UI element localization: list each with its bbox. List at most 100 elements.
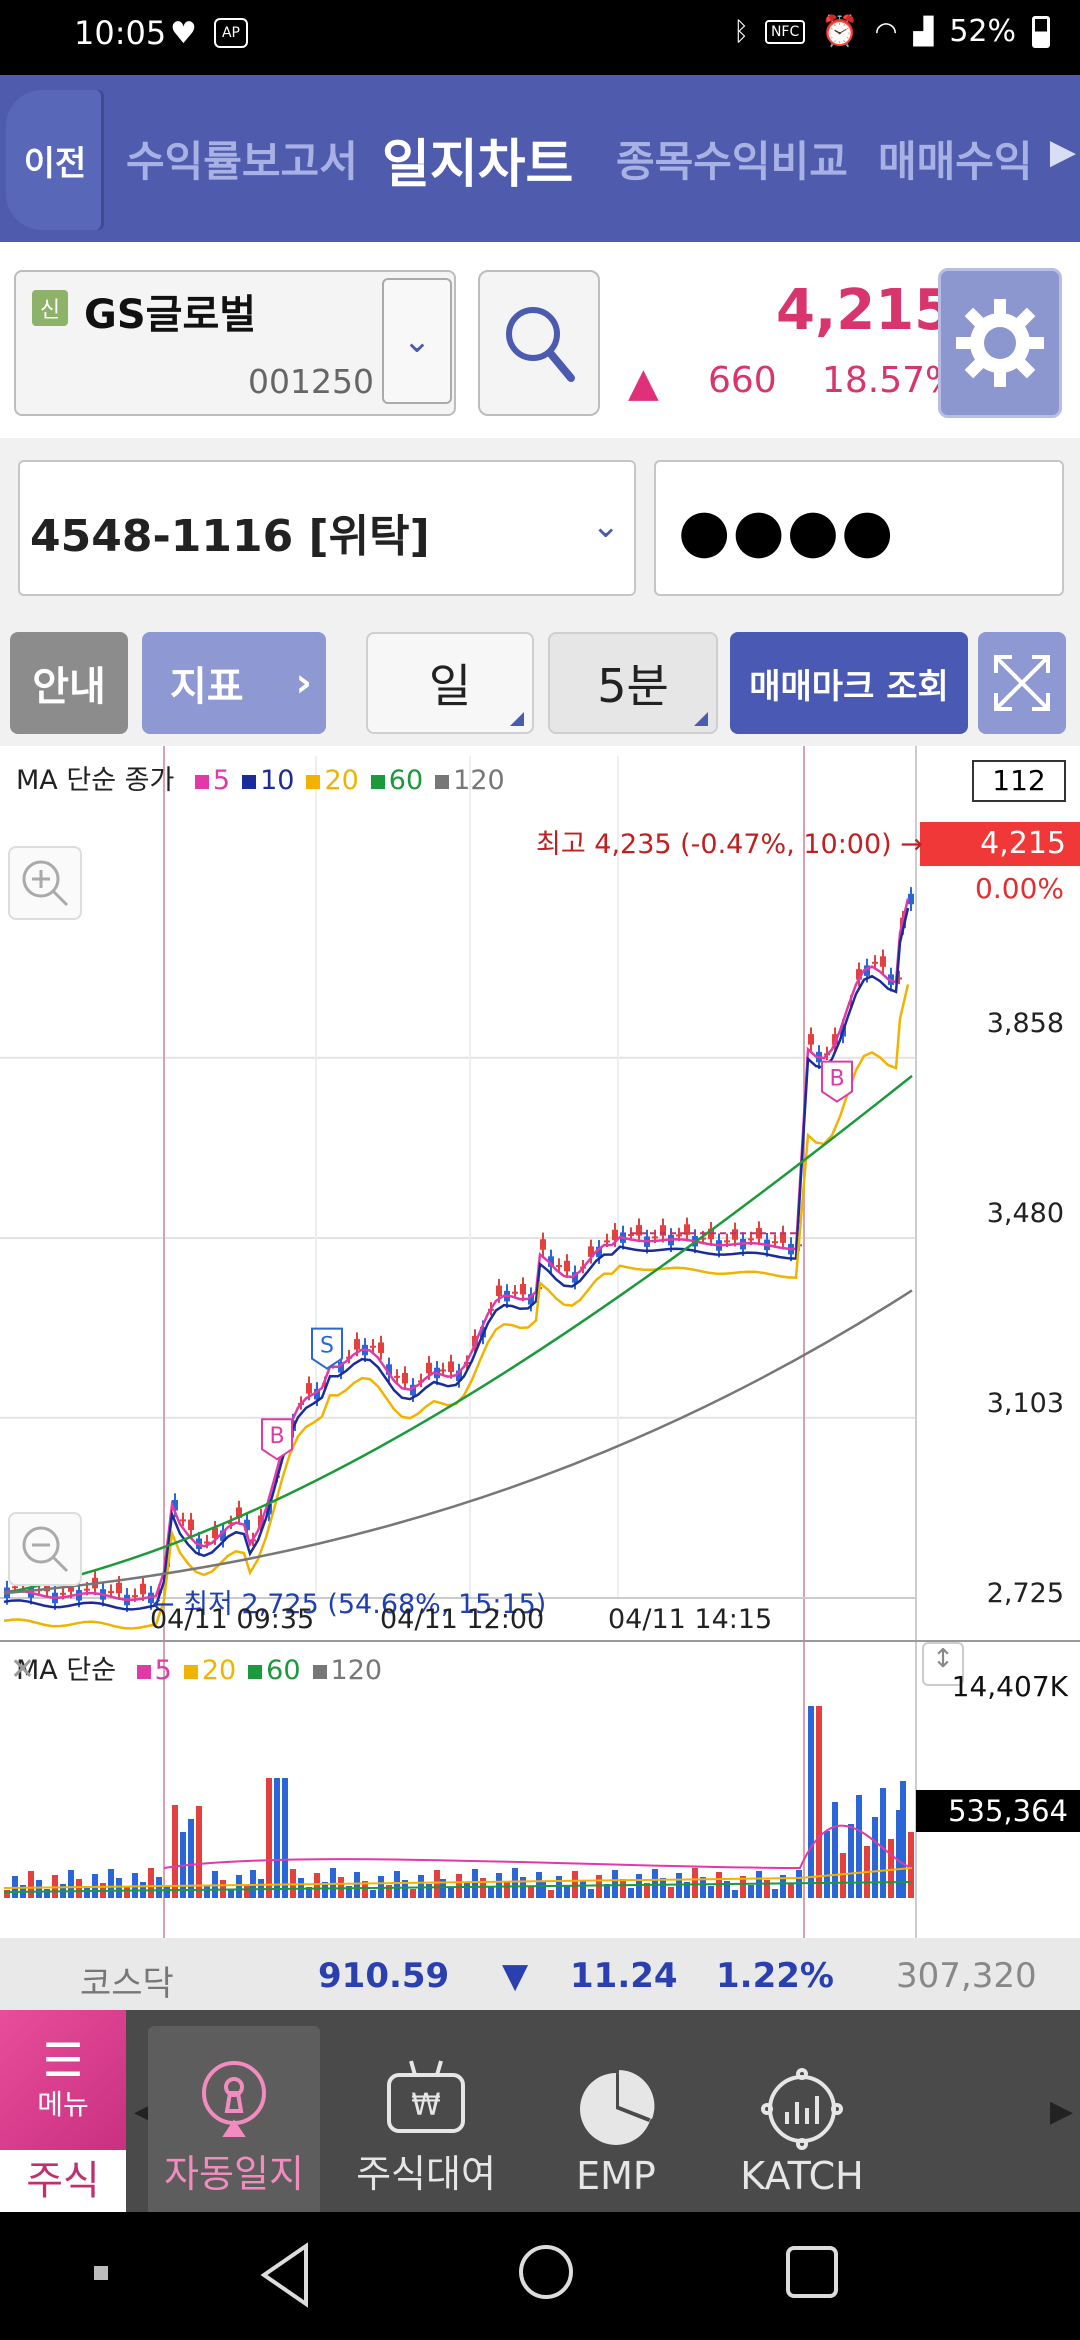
ma-legend-items: 5 10 20 60 120 (183, 765, 505, 796)
candle-body (378, 1342, 384, 1353)
time-label: 04/11 12:00 (380, 1604, 545, 1635)
system-nav-bar (0, 2212, 1080, 2340)
zoom-out-button[interactable] (8, 1512, 82, 1586)
keyhole-icon (202, 2061, 266, 2137)
chevron-down-icon: ⌄ (591, 506, 621, 546)
tab-trade-profit[interactable]: 매매수익 (878, 128, 1033, 189)
ma120-line (3, 1289, 913, 1595)
legend-swatch (312, 1665, 327, 1679)
tab-journal-chart[interactable]: 일지차트 (382, 122, 573, 197)
volume-bar (314, 1873, 320, 1898)
chart-canvas[interactable]: B S B (0, 746, 1080, 1938)
signal-icon: ▟ (913, 16, 934, 47)
time-label: 04/11 09:35 (150, 1604, 315, 1635)
close-icon[interactable]: ✕ (10, 1652, 35, 1687)
volume-legend-items: 5 20 60 120 (125, 1655, 382, 1686)
volume-bar (282, 1778, 288, 1898)
tab-scroll-right-icon[interactable]: ▶ (1050, 132, 1076, 172)
volume-bar (172, 1805, 178, 1898)
volume-bar (156, 1877, 162, 1898)
candle-body (872, 961, 878, 964)
ma60-line (3, 1074, 913, 1595)
current-price: 4,215 (776, 278, 954, 343)
candle-body (394, 1375, 400, 1378)
expand-icon (994, 655, 1050, 711)
candle-body (188, 1519, 194, 1531)
candle-body (556, 1264, 562, 1267)
price-tick: 3,103 (986, 1388, 1064, 1419)
candle-body (12, 1586, 18, 1589)
fullscreen-button[interactable] (978, 632, 1066, 734)
volume-bar (448, 1888, 454, 1898)
volume-bar (824, 1831, 830, 1898)
volume-bar (116, 1878, 122, 1898)
volume-bar (596, 1875, 602, 1898)
volume-bar (556, 1876, 562, 1898)
tab-stock-return-compare[interactable]: 종목수익비교 (616, 128, 848, 189)
guide-button[interactable]: 안내 (10, 632, 128, 734)
price-tick: 3,480 (986, 1198, 1064, 1229)
bar-chart-badge-icon (761, 2068, 843, 2150)
nav-item-stock-lending[interactable]: ₩ 주식대여 (340, 2010, 512, 2212)
nav-item-katch[interactable]: KATCH (716, 2010, 888, 2212)
volume-ma-legend: MA 단순 5 20 60 120 (16, 1648, 382, 1687)
nav-label: EMP (576, 2154, 656, 2198)
legend-swatch (306, 775, 321, 789)
volume-bar (816, 1706, 822, 1898)
candle-body (724, 1240, 730, 1243)
interval-selector[interactable]: 5분 (548, 632, 718, 734)
legend-label: 10 (260, 765, 295, 796)
volume-bar (668, 1887, 674, 1898)
back-icon[interactable] (256, 2240, 316, 2310)
nav-item-emp[interactable]: EMP (530, 2010, 702, 2212)
candle-body (732, 1229, 738, 1240)
tab-return-report[interactable]: 수익률보고서 (126, 128, 358, 189)
panel-divider (0, 1640, 1080, 1642)
won-box-icon: ₩ (387, 2060, 465, 2133)
legend-swatch (194, 775, 209, 789)
menu-button[interactable]: ☰ 메뉴 (0, 2010, 126, 2150)
period-label: 일 (428, 659, 472, 713)
search-button[interactable] (478, 270, 600, 416)
password-field[interactable]: ●●●● (654, 460, 1064, 596)
account-selector[interactable]: 4548-1116 [위탁] ⌄ (18, 460, 636, 596)
index-ticker[interactable]: 코스닥 910.59 ▼ 11.24 1.22% 307,320 (0, 1938, 1080, 2010)
down-arrow-icon: ▼ (502, 1956, 529, 1996)
period-selector[interactable]: 일 (366, 632, 534, 734)
volume-bar (236, 1875, 242, 1898)
chevron-right-icon: › (295, 660, 312, 706)
volume-bar (564, 1885, 570, 1898)
volume-bar (28, 1871, 34, 1898)
nav-item-auto-journal[interactable]: 자동일지 (148, 2010, 320, 2212)
ma5-line (3, 898, 910, 1602)
stock-name[interactable]: GS글로벌 (84, 282, 256, 340)
back-button[interactable]: 이전 (6, 90, 104, 230)
indicator-button[interactable]: 지표 › (142, 632, 326, 734)
heart-icon: ♥ (170, 16, 197, 51)
recent-dot-icon[interactable] (94, 2266, 108, 2280)
legend-label: 20 (201, 1655, 237, 1686)
volume-bar (848, 1824, 854, 1898)
volume-bar (900, 1781, 906, 1898)
time-label: 04/11 14:15 (608, 1604, 773, 1635)
volume-bar (580, 1880, 586, 1898)
home-icon[interactable] (514, 2240, 578, 2304)
search-icon (506, 307, 575, 382)
battery-text: 52% (949, 14, 1016, 49)
price-chart-panel[interactable]: B S B (0, 746, 1080, 1938)
candle-body (676, 1234, 682, 1237)
legend-label: 60 (388, 765, 424, 796)
chevron-down-icon: ⌄ (402, 321, 432, 361)
stock-tab[interactable]: 주식 (0, 2150, 126, 2212)
legend-swatch (370, 775, 385, 789)
trade-mark-button[interactable]: 매매마크 조회 (730, 632, 968, 734)
volume-bar (164, 1886, 170, 1898)
price-change: 660 (708, 360, 777, 401)
candle-count-box[interactable]: 112 (972, 760, 1066, 802)
nav-right-arrow-icon[interactable]: ▶ (1050, 2094, 1073, 2129)
volume-bar (888, 1839, 894, 1898)
settings-button[interactable] (938, 268, 1062, 418)
recents-icon[interactable] (782, 2242, 842, 2302)
stock-dropdown-button[interactable]: ⌄ (382, 278, 452, 404)
zoom-in-button[interactable] (8, 846, 82, 920)
